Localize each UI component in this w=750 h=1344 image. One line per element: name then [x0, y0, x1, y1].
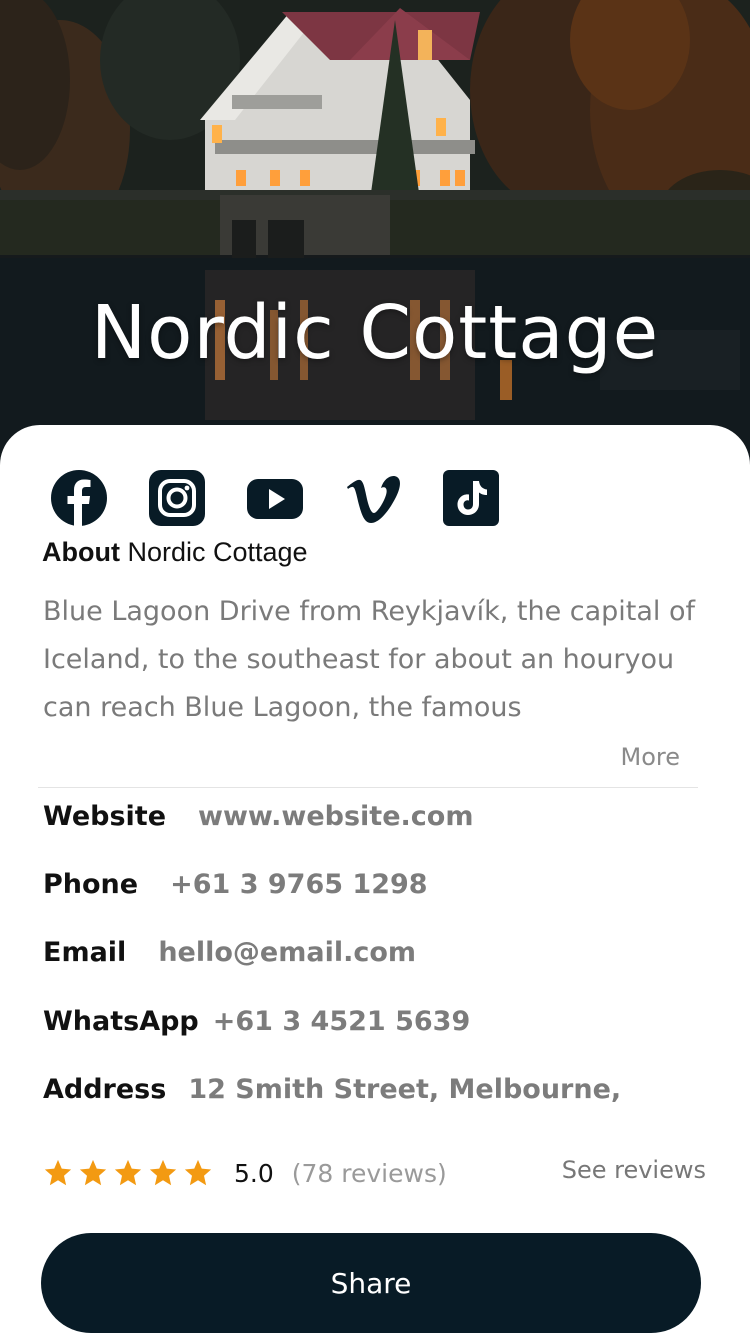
about-heading: About Nordic Cottage: [42, 537, 308, 568]
youtube-icon[interactable]: [246, 469, 304, 527]
star-icon: [79, 1159, 107, 1186]
instagram-icon[interactable]: [148, 469, 206, 527]
phone-row[interactable]: Phone +61 3 9765 1298: [43, 864, 428, 904]
email-row[interactable]: Email hello@email.com: [43, 932, 416, 972]
vimeo-icon[interactable]: [344, 469, 402, 527]
about-heading-rest: Nordic Cottage: [119, 537, 308, 567]
about-heading-bold: About: [42, 537, 120, 567]
page-title: Nordic Cottage: [90, 290, 660, 376]
cottage-scene-illustration: [0, 0, 750, 470]
address-row[interactable]: Address 12 Smith Street, Melbourne,: [43, 1069, 621, 1109]
star-icon: [114, 1159, 142, 1186]
tiktok-icon[interactable]: [442, 469, 500, 527]
star-icon: [184, 1159, 212, 1186]
review-count: (78 reviews): [291, 1158, 447, 1188]
phone-label: Phone: [43, 868, 139, 900]
email-value[interactable]: hello@email.com: [158, 937, 416, 968]
more-link[interactable]: More: [621, 743, 681, 771]
whatsapp-label: WhatsApp: [43, 1005, 199, 1037]
about-description: Blue Lagoon Drive from Reykjavík, the ca…: [43, 596, 696, 723]
star-icon: [44, 1159, 72, 1186]
see-reviews-link[interactable]: See reviews: [562, 1156, 706, 1184]
rating-value: 5.0: [234, 1158, 274, 1188]
divider: [38, 787, 698, 788]
star-icon: [149, 1159, 177, 1186]
hero-image: Nordic Cottage: [0, 0, 750, 470]
website-row[interactable]: Website www.website.com: [43, 796, 473, 836]
website-label: Website: [43, 800, 167, 832]
rating: 5.0 (78 reviews): [43, 1155, 447, 1191]
social-links: [50, 469, 500, 527]
phone-value[interactable]: +61 3 9765 1298: [170, 869, 427, 900]
share-button[interactable]: Share: [41, 1233, 701, 1333]
whatsapp-value[interactable]: +61 3 4521 5639: [213, 1006, 470, 1037]
details-card: About Nordic Cottage Blue Lagoon Drive f…: [0, 425, 750, 1344]
address-value[interactable]: 12 Smith Street, Melbourne,: [188, 1074, 621, 1105]
whatsapp-row[interactable]: WhatsApp +61 3 4521 5639: [43, 1001, 470, 1041]
website-value[interactable]: www.website.com: [198, 801, 473, 832]
facebook-icon[interactable]: [50, 469, 108, 527]
email-label: Email: [43, 936, 127, 968]
address-label: Address: [43, 1073, 167, 1105]
